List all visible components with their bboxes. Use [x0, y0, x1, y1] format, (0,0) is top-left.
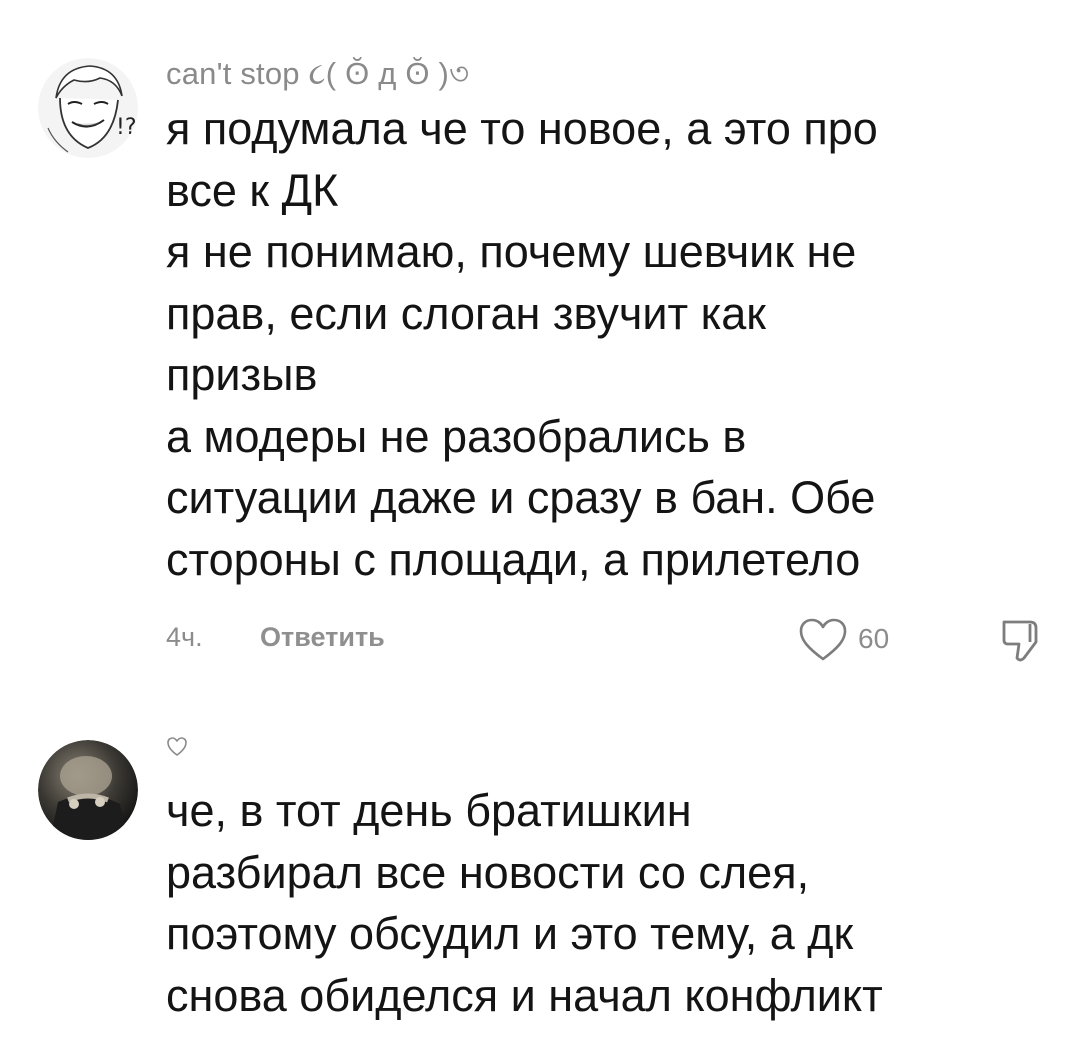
heart-outline-icon[interactable]: [166, 736, 188, 763]
dark-photo-avatar-icon: [38, 740, 138, 840]
reply-button[interactable]: Ответить: [260, 622, 385, 653]
like-count: 60: [858, 623, 890, 654]
avatar[interactable]: !?: [38, 58, 138, 158]
dislike-button[interactable]: [1000, 616, 1044, 671]
svg-text:!?: !?: [116, 115, 137, 140]
thumbs-down-icon: [1002, 620, 1038, 662]
like-button[interactable]: 60: [798, 618, 898, 661]
comment-text: я подумала че то новое, а это про все к …: [166, 103, 878, 585]
heart-outline-icon: [799, 618, 847, 661]
avatar[interactable]: [38, 740, 138, 840]
timestamp: 4ч.: [166, 622, 203, 652]
username[interactable]: can't stop ૮( ʘ̆ д ʘ̆ )৩: [166, 50, 469, 102]
comment-text: че, в тот день братишкин разбирал все но…: [166, 785, 883, 1021]
anime-character-avatar-icon: !?: [38, 58, 138, 158]
heart-outline-icon: [167, 737, 187, 756]
comment-meta: 4ч. Ответить 60: [166, 618, 1046, 662]
